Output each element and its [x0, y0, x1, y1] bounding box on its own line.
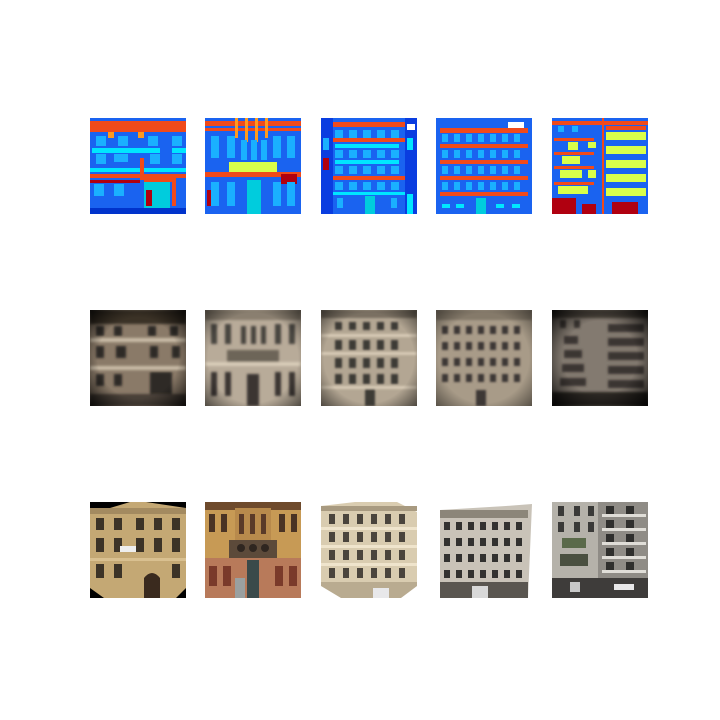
real-photo-2	[205, 502, 301, 598]
label-map-1	[90, 118, 186, 214]
real-photo-3	[321, 502, 417, 598]
generated-photo-2	[205, 310, 301, 406]
generated-photo-4	[436, 310, 532, 406]
generated-photo-1	[90, 310, 186, 406]
generated-photo-5	[552, 310, 648, 406]
label-map-4	[436, 118, 532, 214]
real-photo-4	[436, 502, 532, 598]
real-photo-5	[552, 502, 648, 598]
label-map-2	[205, 118, 301, 214]
label-map-5	[552, 118, 648, 214]
label-map-3	[321, 118, 417, 214]
real-photo-1	[90, 502, 186, 598]
generated-photo-3	[321, 310, 417, 406]
